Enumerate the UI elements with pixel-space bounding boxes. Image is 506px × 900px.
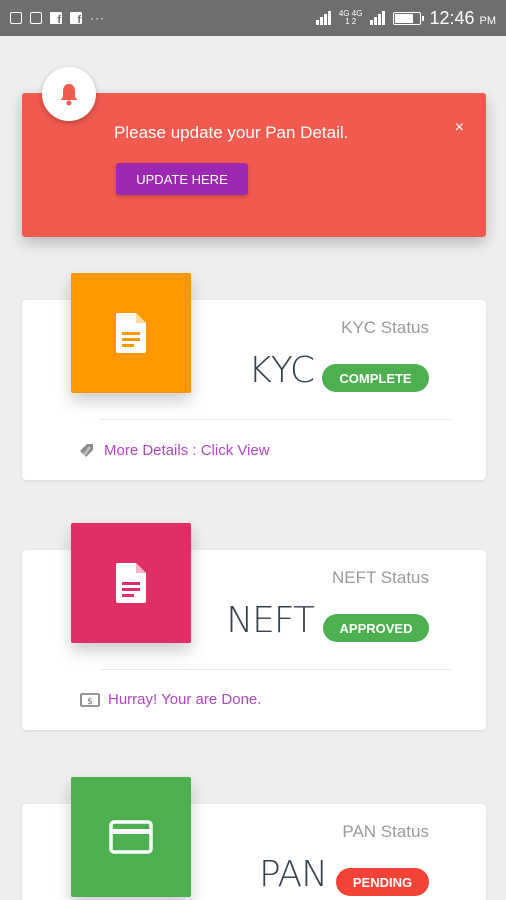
network-indicator: 4G 4G 1 2 <box>339 10 363 26</box>
pan-status-badge: PENDING <box>336 868 429 896</box>
money-icon: $ <box>80 692 100 707</box>
neft-title: NEFT <box>226 600 315 641</box>
signal-icon <box>315 11 331 25</box>
divider <box>100 669 451 670</box>
kyc-icon-tile <box>71 273 191 393</box>
lock-icon <box>30 12 42 24</box>
pan-status-label: PAN Status <box>342 822 429 841</box>
divider <box>100 419 451 420</box>
neft-status-badge: APPROVED <box>323 614 429 642</box>
clock-ampm: PM <box>479 14 497 27</box>
neft-status-label: NEFT Status <box>332 568 429 587</box>
kyc-footer-text: More Details : Click View <box>104 441 270 459</box>
document-icon <box>116 313 146 353</box>
bell-icon <box>42 67 96 121</box>
card-icon <box>109 820 153 854</box>
document-icon <box>116 563 146 603</box>
facebook-icon <box>70 12 82 26</box>
pan-title: PAN <box>259 854 328 895</box>
network-sim: 1 2 <box>345 17 357 26</box>
kyc-status-badge: COMPLETE <box>322 364 429 392</box>
kyc-more-details-link[interactable]: More Details : Click View <box>78 441 270 459</box>
signal-icon <box>370 11 386 25</box>
neft-footer-text: Hurray! Your are Done. <box>108 691 262 708</box>
battery-icon <box>393 11 425 25</box>
pan-icon-tile <box>71 777 191 897</box>
more-notifications-icon: ··· <box>90 11 105 25</box>
kyc-status-label: KYC Status <box>341 318 429 337</box>
close-icon[interactable]: × <box>455 119 464 137</box>
clock-time: 12:46 <box>429 7 475 28</box>
neft-icon-tile <box>71 523 191 643</box>
alert-message: Please update your Pan Detail. <box>114 123 349 142</box>
svg-text:$: $ <box>87 697 93 707</box>
status-bar: ··· 4G 4G 1 2 12:46 PM <box>0 0 506 36</box>
image-icon <box>10 12 22 24</box>
tag-icon <box>80 444 93 457</box>
kyc-title: KYC <box>248 350 315 391</box>
system-icons: 4G 4G 1 2 12:46 PM <box>315 8 496 29</box>
facebook-icon <box>50 12 62 26</box>
clock: 12:46 PM <box>429 8 496 29</box>
notification-icons: ··· <box>10 11 105 26</box>
neft-footer: $ Hurray! Your are Done. <box>80 691 261 708</box>
update-here-button[interactable]: UPDATE HERE <box>116 163 248 195</box>
pan-update-alert: Please update your Pan Detail. × UPDATE … <box>22 93 486 237</box>
